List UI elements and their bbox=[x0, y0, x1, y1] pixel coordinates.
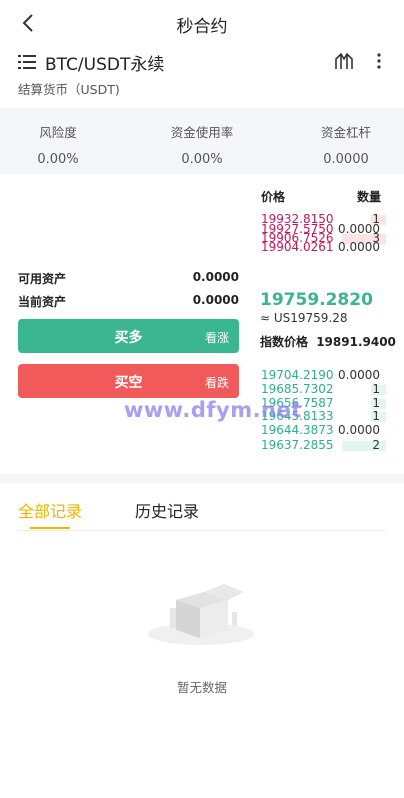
risk-stats-panel: 风险度 0.00% 资金使用率 0.00% 资金杠杆 0.0000 bbox=[0, 108, 404, 174]
tab-history-records[interactable]: 历史记录 bbox=[135, 498, 199, 522]
bid-qty: 2 bbox=[372, 438, 380, 452]
watermark: www.dfym.net bbox=[124, 398, 302, 422]
bid-price: 19685.7302 bbox=[261, 382, 334, 396]
pair-row: BTC/USDT永续 bbox=[18, 50, 388, 75]
bid-row[interactable]: 19704.2190 0.0000 bbox=[258, 368, 386, 382]
available-assets-label: 可用资产 bbox=[18, 272, 67, 286]
index-price: 指数价格 19891.9400 bbox=[260, 333, 396, 350]
bid-price: 19637.2855 bbox=[261, 438, 334, 452]
stat-fund-usage: 资金使用率 0.00% bbox=[137, 122, 267, 167]
stat-value: 0.00% bbox=[181, 152, 223, 167]
available-assets: 可用资产 0.0000 bbox=[18, 270, 239, 287]
bid-price: 19704.2190 bbox=[261, 368, 334, 382]
stat-label: 资金杠杆 bbox=[320, 125, 371, 140]
bid-price: 19644.3873 bbox=[261, 423, 334, 437]
empty-state-text: 暂无数据 bbox=[176, 680, 227, 695]
stat-risk: 风险度 0.00% bbox=[0, 122, 123, 167]
ask-row[interactable]: 19904.0261 0.0000 bbox=[258, 240, 386, 254]
chart-icon[interactable] bbox=[334, 51, 354, 71]
bid-row[interactable]: 19644.3873 0.0000 bbox=[258, 423, 386, 437]
orderbook-price-header: 价格 bbox=[261, 190, 286, 204]
ask-price: 19904.0261 bbox=[261, 240, 334, 254]
header: 秒合约 bbox=[0, 0, 404, 46]
empty-box-icon bbox=[148, 584, 254, 645]
more-vertical-icon[interactable] bbox=[376, 52, 382, 70]
settlement-currency: 结算货币（USDT) bbox=[18, 82, 120, 97]
last-price: 19759.2820 bbox=[260, 290, 373, 310]
bid-row[interactable]: 19637.2855 2 bbox=[258, 438, 386, 452]
available-assets-value: 0.0000 bbox=[192, 270, 239, 284]
tab-divider bbox=[18, 530, 386, 531]
stat-leverage: 资金杠杆 0.0000 bbox=[281, 122, 404, 167]
usd-price: ≈ US19759.28 bbox=[260, 311, 348, 325]
bid-qty: 1 bbox=[372, 409, 380, 423]
bid-qty: 0.0000 bbox=[338, 423, 380, 437]
current-assets-value: 0.0000 bbox=[192, 293, 239, 307]
stat-label: 风险度 bbox=[39, 125, 77, 140]
stat-value: 0.00% bbox=[37, 152, 79, 167]
page-title: 秒合约 bbox=[176, 17, 228, 37]
tab-all-records[interactable]: 全部记录 bbox=[18, 498, 82, 522]
current-assets: 当前资产 0.0000 bbox=[18, 293, 239, 310]
bid-qty: 1 bbox=[372, 382, 380, 396]
bid-qty: 0.0000 bbox=[338, 368, 380, 382]
bullish-label: 看涨 bbox=[204, 331, 229, 345]
index-price-value: 19891.9400 bbox=[316, 335, 396, 349]
active-tab-indicator bbox=[30, 527, 70, 529]
section-divider bbox=[0, 474, 404, 483]
ask-qty: 0.0000 bbox=[338, 240, 380, 254]
bid-row[interactable]: 19685.7302 1 bbox=[258, 382, 386, 396]
orderbook-qty-header: 数量 bbox=[357, 190, 382, 204]
current-assets-label: 当前资产 bbox=[18, 295, 67, 309]
buy-long-button[interactable]: 买多 看涨 bbox=[18, 319, 239, 353]
index-price-label: 指数价格 bbox=[260, 335, 309, 349]
bearish-label: 看跌 bbox=[204, 376, 229, 390]
list-menu-icon[interactable] bbox=[18, 54, 36, 70]
buy-short-button[interactable]: 买空 看跌 bbox=[18, 364, 239, 398]
stat-value: 0.0000 bbox=[323, 152, 369, 167]
pair-name[interactable]: BTC/USDT永续 bbox=[45, 50, 164, 75]
bid-qty: 1 bbox=[372, 396, 380, 410]
stat-label: 资金使用率 bbox=[170, 125, 234, 140]
